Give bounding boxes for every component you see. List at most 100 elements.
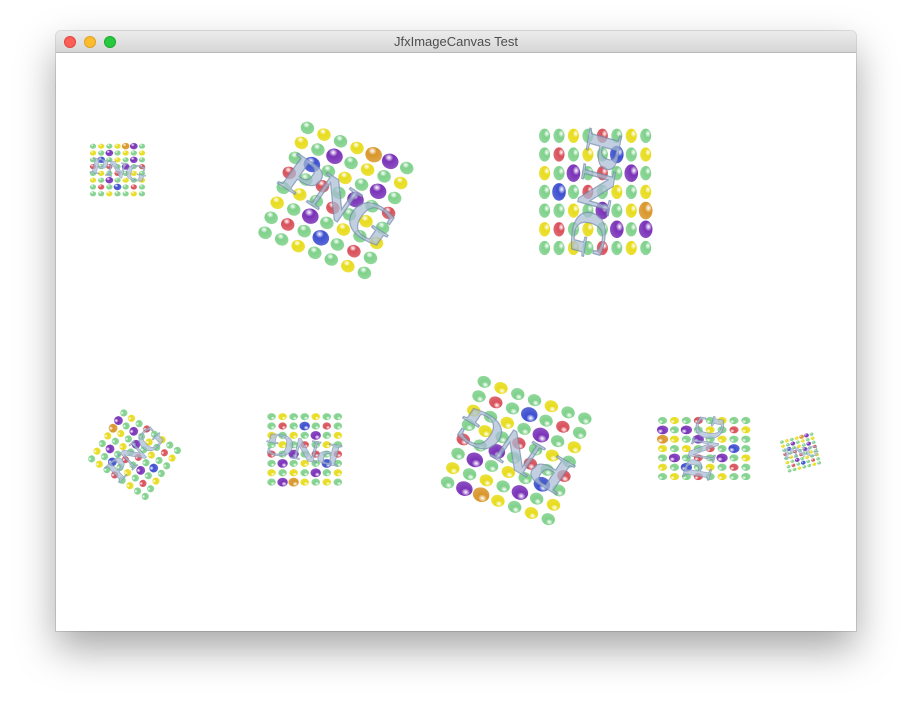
- ball-green: [507, 500, 522, 513]
- ball-red: [556, 420, 570, 433]
- ball-green: [267, 413, 276, 421]
- ball-green: [658, 416, 668, 425]
- ball-green: [114, 191, 121, 197]
- ball-blue: [113, 183, 122, 191]
- image-instance-3: PNG: [539, 123, 653, 265]
- ball-yellow: [658, 463, 668, 471]
- ball-purple: [790, 441, 796, 446]
- ball-green: [741, 416, 751, 425]
- ball-green: [792, 467, 797, 472]
- ball-red: [139, 479, 147, 487]
- ball-green: [795, 440, 800, 444]
- ball-yellow: [138, 150, 146, 156]
- image-canvas-drawing: PNG PNG PNGPNG PNG PNG PNG PNG: [87, 121, 822, 526]
- ball-green: [333, 422, 343, 430]
- ball-green: [539, 128, 551, 143]
- ball-green: [122, 422, 130, 430]
- ball-yellow: [446, 462, 460, 475]
- ball-green: [324, 253, 339, 266]
- ball-yellow: [640, 184, 652, 200]
- ball-yellow: [350, 141, 364, 155]
- ball-orange: [288, 477, 299, 487]
- ball-green: [89, 184, 97, 190]
- ball-green: [114, 150, 121, 156]
- ball-green: [787, 469, 792, 473]
- ball-blue: [800, 460, 806, 465]
- ball-green: [311, 478, 320, 486]
- ball-yellow: [267, 469, 276, 477]
- ball-green: [264, 211, 278, 225]
- ball-yellow: [278, 413, 287, 421]
- ball-green: [658, 454, 668, 462]
- image-instance-8: PNG: [779, 432, 822, 473]
- ball-yellow: [669, 435, 680, 443]
- ball-green: [669, 444, 680, 453]
- ball-yellow: [360, 163, 375, 176]
- ball-orange: [638, 201, 653, 220]
- ball-green: [539, 147, 551, 162]
- ball-green: [527, 394, 542, 407]
- ball-red: [280, 218, 295, 231]
- ball-purple: [381, 153, 399, 170]
- ball-yellow: [625, 203, 637, 218]
- ball-green: [779, 440, 784, 444]
- image-canvas[interactable]: PNG PNG PNG PNG PNG PNG PNG PNG: [56, 53, 856, 631]
- ball-green: [89, 191, 97, 197]
- ball-purple: [804, 433, 809, 438]
- png-label: PNG: [784, 444, 820, 463]
- ball-green: [311, 422, 320, 430]
- ball-yellow: [168, 454, 176, 462]
- ball-green: [669, 426, 680, 434]
- ball-green: [258, 226, 272, 240]
- ball-green: [130, 150, 137, 156]
- ball-green: [805, 437, 810, 442]
- ball-green: [741, 444, 751, 453]
- ball-yellow: [491, 494, 505, 507]
- ball-green: [539, 203, 551, 218]
- image-instance-7: PNG: [657, 411, 751, 483]
- ball-green: [817, 461, 822, 465]
- ball-yellow: [479, 474, 494, 487]
- title-bar[interactable]: JfxImageCanvas Test: [56, 31, 856, 53]
- image-instance-1: PNG: [87, 143, 150, 197]
- ball-red: [729, 463, 739, 471]
- ball-purple: [456, 481, 473, 496]
- window-title: JfxImageCanvas Test: [393, 34, 519, 49]
- png-label: PNG: [261, 425, 345, 473]
- ball-yellow: [794, 436, 799, 440]
- ball-yellow: [93, 447, 101, 455]
- ball-green: [300, 121, 315, 135]
- ball-green: [553, 128, 565, 143]
- ball-yellow: [741, 454, 751, 462]
- ball-green: [289, 422, 298, 430]
- ball-yellow: [539, 222, 551, 237]
- ball-green: [300, 469, 309, 477]
- ball-green: [553, 166, 565, 181]
- ball-green: [120, 409, 128, 417]
- ball-blue: [728, 444, 740, 453]
- ball-green: [173, 446, 182, 455]
- ball-green: [134, 487, 142, 495]
- ball-orange: [799, 434, 805, 439]
- ball-orange: [365, 146, 382, 163]
- ball-green: [289, 413, 298, 421]
- ball-yellow: [393, 176, 408, 190]
- ball-green: [640, 240, 652, 256]
- ball-green: [640, 166, 652, 181]
- ball-yellow: [152, 477, 160, 485]
- ball-yellow: [640, 147, 652, 162]
- ball-green: [357, 266, 372, 280]
- ball-green: [539, 240, 551, 256]
- ball-red: [553, 147, 565, 162]
- image-instance-6: PNG: [440, 375, 592, 526]
- ball-yellow: [300, 478, 309, 486]
- ball-green: [122, 191, 129, 197]
- ball-green: [144, 472, 152, 480]
- ball-green: [539, 414, 553, 427]
- ball-green: [802, 465, 807, 469]
- ball-yellow: [311, 413, 320, 421]
- ball-green: [88, 455, 96, 463]
- ball-green: [274, 233, 289, 246]
- ball-green: [658, 473, 668, 481]
- ball-green: [786, 465, 791, 469]
